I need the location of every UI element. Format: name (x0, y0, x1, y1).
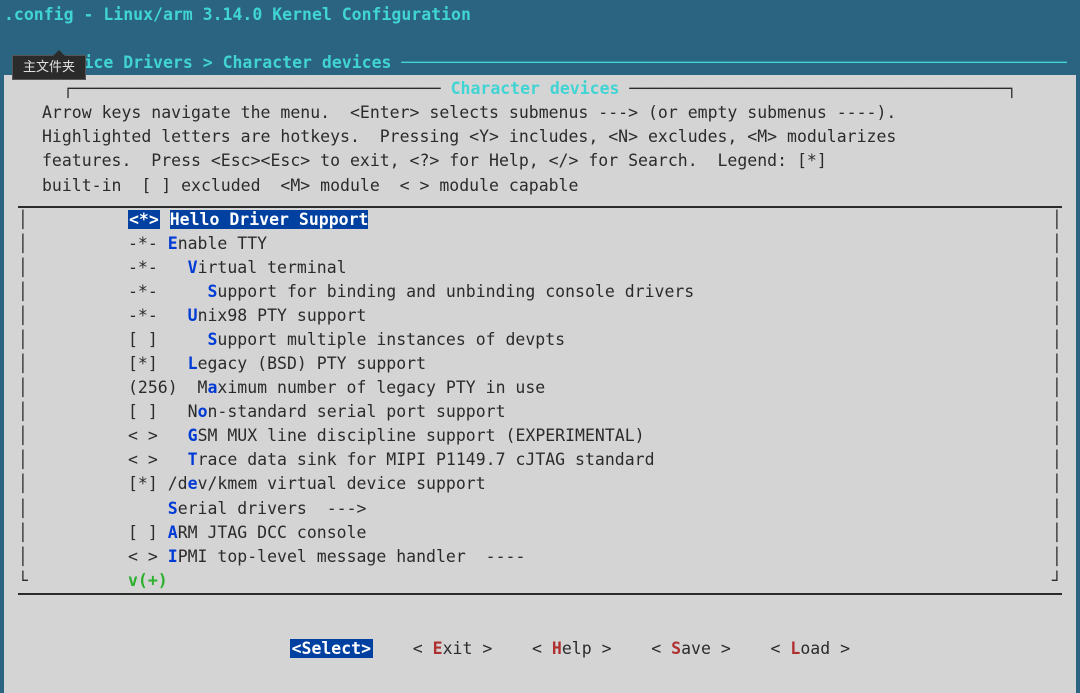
frame-border: │ (18, 424, 28, 448)
menu-item-label: Trace data sink for MIPI P1149.7 cJTAG s… (158, 450, 655, 469)
menu-state-bracket: [ ] (128, 402, 158, 421)
menu-item[interactable]: │ < > GSM MUX line discipline support (EX… (18, 424, 1062, 448)
menu-item-label: Legacy (BSD) PTY support (158, 354, 426, 373)
menu-state-bracket (128, 499, 158, 518)
menu-state-bracket: -*- (128, 282, 158, 301)
frame-border: │ (18, 352, 28, 376)
menu-state-bracket: < > (128, 426, 158, 445)
frame-border: │ (1052, 424, 1062, 448)
menu-item[interactable]: │ -*- Virtual terminal │ (18, 256, 1062, 280)
menuconfig-panel: ┌───────────────────────────────────── C… (4, 75, 1076, 693)
frame-border: │ (18, 400, 28, 424)
button-bar: <Select> < Exit > < Help > < Save > < Lo… (4, 595, 1076, 685)
frame-border: │ (1052, 497, 1062, 521)
frame-border: │ (1052, 256, 1062, 280)
menu-item-label: Non-standard serial port support (158, 402, 506, 421)
menu-item-label: Virtual terminal (158, 258, 347, 277)
menu-state-bracket: [*] (128, 354, 158, 373)
help-button[interactable]: < Help > (532, 639, 612, 658)
menu-item-label: GSM MUX line discipline support (EXPERIM… (158, 426, 645, 445)
breadcrumb: > Device Drivers > Character devices ───… (0, 27, 1080, 75)
frame-border: │ (1052, 280, 1062, 304)
frame-border: │ (1052, 521, 1062, 545)
menu-item[interactable]: │ Serial drivers ---> │ (18, 497, 1062, 521)
menu-item[interactable]: │ -*- Enable TTY │ (18, 232, 1062, 256)
menu-item-label: Unix98 PTY support (158, 306, 367, 325)
help-text: Arrow keys navigate the menu. <Enter> se… (4, 101, 1076, 205)
menu-item[interactable]: │ < > IPMI top-level message handler ----… (18, 545, 1062, 569)
save-button[interactable]: < Save > (651, 639, 731, 658)
exit-button[interactable]: < Exit > (413, 639, 493, 658)
frame-border: │ (1052, 352, 1062, 376)
menu-item[interactable]: │ [*] /dev/kmem virtual device support │ (18, 472, 1062, 496)
menu-item-label: Serial drivers ---> (158, 499, 367, 518)
frame-border: │ (18, 328, 28, 352)
menu-state-bracket: < > (128, 547, 158, 566)
menu-state-bracket: <*> (128, 210, 160, 229)
frame-border: │ (1052, 304, 1062, 328)
frame-border: │ (18, 472, 28, 496)
select-button[interactable]: <Select> (290, 639, 373, 658)
load-button[interactable]: < Load > (771, 639, 851, 658)
frame-border: │ (18, 232, 28, 256)
frame-border: │ (1052, 232, 1062, 256)
menu-item-label: Support for binding and unbinding consol… (158, 282, 694, 301)
frame-border: │ (1052, 545, 1062, 569)
menu-state-bracket: -*- (128, 258, 158, 277)
menu-item[interactable]: │ <*> Hello Driver Support │ (18, 208, 1062, 232)
frame-border: │ (18, 545, 28, 569)
menu-item[interactable]: │ [ ] Non-standard serial port support │ (18, 400, 1062, 424)
menu-state-bracket: < > (128, 450, 158, 469)
menu-state-bracket: [ ] (128, 330, 158, 349)
frame-border: │ (18, 280, 28, 304)
menu-item-label: ARM JTAG DCC console (158, 523, 367, 542)
frame-border: │ (18, 448, 28, 472)
frame-border: │ (18, 521, 28, 545)
tooltip-main-folder: 主文件夹 (12, 55, 86, 80)
more-indicator: v(+) (128, 571, 168, 590)
menu-state-bracket: [ ] (128, 523, 158, 542)
frame-border: │ (18, 304, 28, 328)
frame-border: │ (18, 208, 28, 232)
menu-item[interactable]: │ [ ] ARM JTAG DCC console │ (18, 521, 1062, 545)
frame-border: │ (18, 256, 28, 280)
menu-item-label: Enable TTY (158, 234, 267, 253)
menu-state-bracket: -*- (128, 306, 158, 325)
panel-border-top: ┌───────────────────────────────────── C… (4, 77, 1076, 101)
frame-border: │ (1052, 400, 1062, 424)
menu-item[interactable]: │ < > Trace data sink for MIPI P1149.7 cJ… (18, 448, 1062, 472)
frame-border: │ (1052, 472, 1062, 496)
menu-item[interactable]: │ -*- Unix98 PTY support │ (18, 304, 1062, 328)
menu-item-label: Hello Driver Support (170, 210, 369, 229)
menu-item[interactable]: │ -*- Support for binding and unbinding c… (18, 280, 1062, 304)
menu-item[interactable]: │ [*] Legacy (BSD) PTY support │ (18, 352, 1062, 376)
frame-border: │ (1052, 208, 1062, 232)
menu-list-frame: │<*> Hello Driver Support││-*- Enable TT… (18, 206, 1062, 595)
frame-border: │ (18, 376, 28, 400)
window-title: .config - Linux/arm 3.14.0 Kernel Config… (0, 0, 1080, 27)
menu-item-label: Support multiple instances of devpts (158, 330, 565, 349)
frame-border: │ (1052, 328, 1062, 352)
menu-state-bracket: (256) (128, 378, 178, 397)
menu-item-label: Maximum number of legacy PTY in use (178, 378, 546, 397)
frame-border: │ (18, 497, 28, 521)
menu-state-bracket: -*- (128, 234, 158, 253)
menu-item[interactable]: │ (256) Maximum number of legacy PTY in u… (18, 376, 1062, 400)
menu-item-label: /dev/kmem virtual device support (158, 474, 486, 493)
frame-border: │ (1052, 448, 1062, 472)
frame-border: │ (1052, 376, 1062, 400)
menu-item-label: IPMI top-level message handler ---- (158, 547, 526, 566)
menu-state-bracket: [*] (128, 474, 158, 493)
menu-item[interactable]: │ [ ] Support multiple instances of devpt… (18, 328, 1062, 352)
